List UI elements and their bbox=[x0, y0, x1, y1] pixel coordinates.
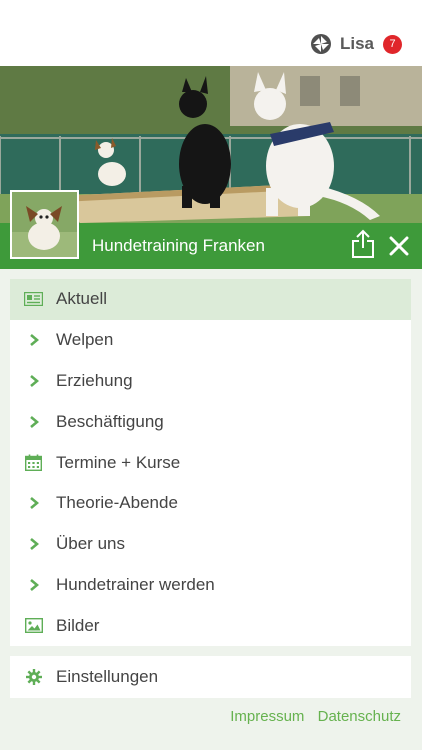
image-icon bbox=[24, 616, 43, 635]
site-avatar bbox=[10, 190, 79, 259]
chevron-right-icon bbox=[24, 331, 43, 350]
gear-icon bbox=[24, 668, 43, 687]
menu-item-aktuell[interactable]: Aktuell bbox=[10, 279, 411, 320]
calendar-icon bbox=[24, 453, 43, 472]
chevron-right-icon bbox=[24, 371, 43, 390]
menu-item-welpen[interactable]: Welpen bbox=[10, 320, 411, 361]
menu-item-ueber-uns[interactable]: Über uns bbox=[10, 524, 411, 565]
menu-label: Hundetrainer werden bbox=[56, 574, 215, 594]
chevron-right-icon bbox=[24, 412, 43, 431]
settings-label: Einstellungen bbox=[56, 667, 159, 686]
menu-item-einstellungen[interactable]: Einstellungen bbox=[10, 656, 411, 698]
menu-item-bilder[interactable]: Bilder bbox=[10, 605, 411, 646]
menu-label: Welpen bbox=[56, 330, 114, 350]
user-name: Lisa bbox=[339, 34, 374, 53]
footer-links: Impressum Datenschutz bbox=[221, 708, 401, 725]
menu-label: Beschäftigung bbox=[56, 411, 164, 431]
menu-item-termine-kurse[interactable]: Termine + Kurse bbox=[10, 442, 411, 483]
user-menu[interactable]: Lisa 7 bbox=[310, 31, 402, 57]
menu-label: Erziehung bbox=[56, 370, 133, 390]
notification-badge[interactable]: 7 bbox=[383, 34, 402, 54]
menu-label: Aktuell bbox=[56, 289, 108, 309]
chevron-right-icon bbox=[24, 494, 43, 513]
menu-item-beschaeftigung[interactable]: Beschäftigung bbox=[10, 401, 411, 442]
navigation-menu: Aktuell Welpen Erziehung Beschäftigung T… bbox=[10, 279, 411, 647]
user-logo-icon bbox=[310, 34, 331, 54]
datenschutz-link[interactable]: Datenschutz bbox=[318, 708, 401, 725]
menu-label: Theorie-Abende bbox=[56, 493, 178, 513]
menu-label: Termine + Kurse bbox=[56, 452, 181, 472]
top-bar: Lisa 7 bbox=[0, 0, 422, 66]
chevron-right-icon bbox=[24, 575, 43, 594]
menu-item-hundetrainer-werden[interactable]: Hundetrainer werden bbox=[10, 565, 411, 606]
chevron-right-icon bbox=[24, 535, 43, 554]
share-icon[interactable] bbox=[350, 229, 376, 259]
menu-label: Über uns bbox=[56, 534, 125, 554]
menu-item-theorie-abende[interactable]: Theorie-Abende bbox=[10, 483, 411, 524]
menu-label: Bilder bbox=[56, 615, 100, 635]
newspaper-icon bbox=[24, 290, 43, 309]
impressum-link[interactable]: Impressum bbox=[230, 708, 304, 725]
site-title: Hundetraining Franken bbox=[92, 236, 265, 255]
close-icon[interactable] bbox=[388, 235, 410, 257]
menu-item-erziehung[interactable]: Erziehung bbox=[10, 361, 411, 402]
